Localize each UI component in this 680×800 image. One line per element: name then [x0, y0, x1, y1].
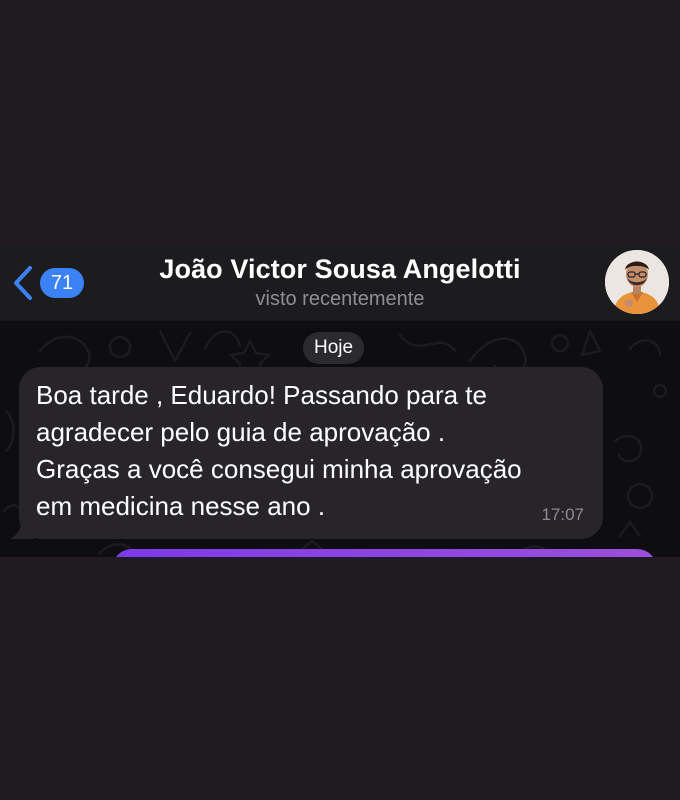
- contact-name[interactable]: João Victor Sousa Angelotti: [0, 254, 680, 285]
- avatar[interactable]: [605, 250, 669, 314]
- message-line: Graças a você consegui minha aprovação: [36, 454, 522, 484]
- message-list[interactable]: Hoje Boa tarde , Eduardo! Passando para …: [0, 321, 680, 557]
- contact-status: visto recentemente: [255, 288, 425, 310]
- date-separator: Hoje: [303, 332, 365, 364]
- outgoing-message-bubble-partial[interactable]: [112, 549, 657, 557]
- contact-avatar-image: [605, 250, 669, 314]
- message-timestamp: 17:07: [541, 505, 584, 524]
- incoming-message-bubble[interactable]: Boa tarde , Eduardo! Passando para te ag…: [19, 367, 603, 539]
- message-line: em medicina nesse ano .: [36, 491, 326, 521]
- message-line: agradecer pelo guia de aprovação .: [36, 417, 446, 447]
- message-line: Boa tarde , Eduardo! Passando para te: [36, 380, 487, 410]
- chat-screenshot: 71 João Victor Sousa Angelotti visto rec…: [0, 245, 680, 557]
- chat-header: 71 João Victor Sousa Angelotti visto rec…: [0, 245, 680, 321]
- screen: 71 João Victor Sousa Angelotti visto rec…: [0, 0, 680, 800]
